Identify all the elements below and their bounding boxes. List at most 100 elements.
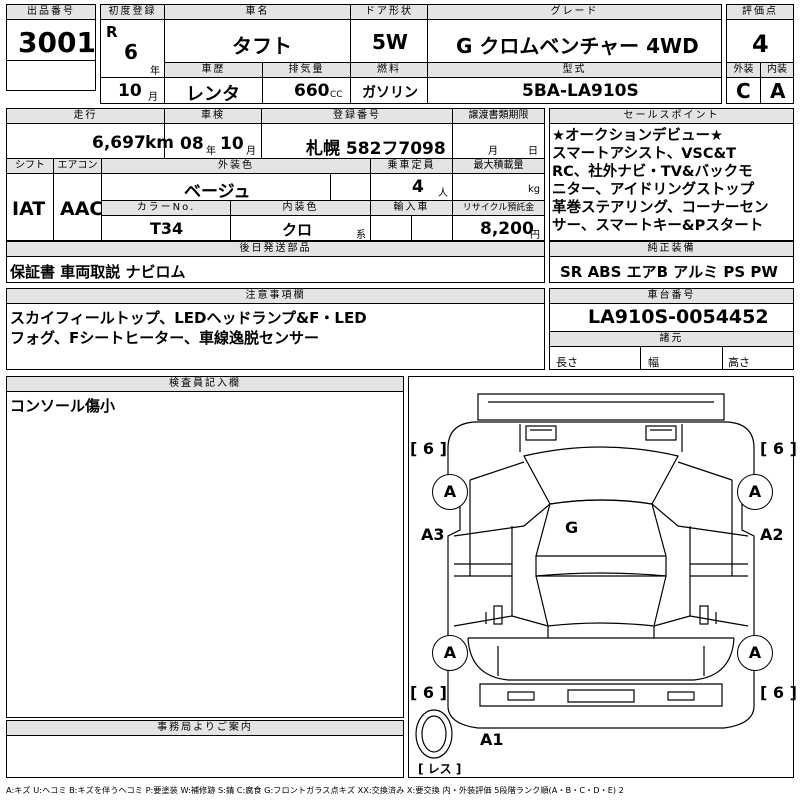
fr-tire-bracket: [ 6 ]: [760, 439, 797, 458]
exterior-color: ベージュ: [184, 182, 251, 202]
sales-points-text: ★オークションデビュー★ スマートアシスト、VSC&T RC、社外ナビ・TV&バ…: [552, 127, 794, 235]
mileage: 6,697: [92, 133, 146, 153]
spec-label: 諸元: [550, 332, 793, 346]
sales-point-line: スマートアシスト、VSC&T: [552, 146, 737, 162]
sales-point-line: 革巻ステアリング、コーナーセン: [552, 200, 769, 216]
grade: G クロムベンチャー 4WD: [456, 34, 699, 58]
color-no-label: カラーNo.: [102, 201, 230, 215]
score-label: 評価点: [727, 5, 793, 19]
fuel-label: 燃料: [351, 63, 427, 77]
int-color-label: 内装色: [231, 201, 370, 215]
damage-roof: G: [565, 518, 579, 537]
first-reg-label: 初度登録: [101, 5, 164, 19]
inspection-month: 10: [220, 134, 244, 154]
tire-fl: A: [432, 474, 468, 510]
ac-label: エアコン: [54, 159, 101, 173]
model: 5BA-LA910S: [522, 81, 639, 101]
tire-fr: A: [737, 474, 773, 510]
inspection-year: 08: [180, 134, 204, 154]
reg-month-unit: 月: [148, 92, 158, 103]
damage-bottom: A1: [480, 730, 504, 749]
transfer-day-unit: 日: [528, 146, 538, 157]
grade-label: グレード: [428, 5, 721, 19]
load-unit: kg: [528, 184, 541, 195]
plate: 札幌 582フ7098: [306, 139, 446, 159]
shift: IAT: [12, 198, 46, 220]
capacity-label: 乗車定員: [371, 159, 452, 173]
ac: AAC: [60, 198, 104, 220]
notes-text: スカイフィールトップ、LEDヘッドランプ&F・LED フォグ、Fシートヒーター、…: [10, 308, 367, 348]
exterior-label: 外装: [727, 63, 760, 77]
inspector-box: [6, 376, 404, 718]
legend: A:キズ U:ヘコミ B:キズを伴うヘコミ P:要塗装 W:補修跡 S:錆 C:…: [6, 785, 624, 795]
notes-line: フォグ、Fシートヒーター、車線逸脱センサー: [10, 329, 320, 347]
import-label: 輸入車: [371, 201, 452, 215]
history-label: 車歴: [165, 63, 262, 77]
lot-number: 3001: [18, 26, 96, 59]
tire-rl: A: [432, 635, 468, 671]
damage-right: A2: [760, 525, 784, 544]
capacity-unit: 人: [438, 188, 448, 199]
transfer-month-unit: 月: [488, 146, 498, 157]
rl-tire-bracket: [ 6 ]: [410, 683, 447, 702]
mileage-unit: km: [145, 133, 175, 153]
tire-rr: A: [737, 635, 773, 671]
era: R: [106, 23, 118, 41]
genuine-label: 純正装備: [550, 242, 793, 256]
mileage-label: 走行: [7, 109, 164, 123]
lot-label: 出品番号: [7, 5, 95, 19]
chassis-number: LA910S-0054452: [588, 306, 769, 328]
later-parts-label: 後日発送部品: [7, 242, 544, 256]
reg-month: 10: [118, 81, 142, 101]
transfer-label: 譲渡書類期限: [453, 109, 544, 123]
inspection-month-unit: 月: [246, 146, 256, 157]
color-no: T34: [150, 219, 184, 238]
exterior-grade: C: [736, 79, 751, 103]
genuine-value: SR ABS エアB アルミ PS PW: [560, 263, 778, 281]
door: 5W: [372, 30, 408, 54]
recycle-unit: 円: [530, 230, 540, 241]
score: 4: [752, 30, 769, 58]
sales-point-line: ニター、アイドリングストップ: [552, 182, 755, 198]
color-label: 外装色: [102, 159, 370, 173]
car-name-label: 車名: [165, 5, 350, 19]
interior-label: 内装: [761, 63, 793, 77]
inspector-note: コンソール傷小: [10, 397, 116, 415]
notes-line: スカイフィールトップ、LEDヘッドランプ&F・LED: [10, 309, 367, 327]
height-label: 高さ: [728, 356, 750, 369]
length-label: 長さ: [556, 356, 578, 369]
interior-color: クロ: [282, 221, 313, 239]
interior-grade: A: [770, 79, 786, 103]
load-label: 最大積載量: [453, 159, 544, 173]
sales-point-line: サー、スマートキー&Pスタート: [552, 218, 764, 234]
recycle-label: リサイクル預託金: [453, 201, 544, 215]
displacement: 660: [294, 81, 330, 101]
car-diagram: [415, 393, 755, 759]
inspection-year-unit: 年: [206, 146, 216, 157]
door-label: ドア形状: [351, 5, 427, 19]
rr-tire-bracket: [ 6 ]: [760, 683, 797, 702]
later-parts-value: 保証書 車両取説 ナビロム: [10, 263, 186, 281]
capacity: 4: [412, 177, 424, 197]
sales-point-line: RC、社外ナビ・TV&バックモ: [552, 164, 753, 180]
damage-left: A3: [421, 525, 445, 544]
sales-points-label: セールスポイント: [550, 109, 793, 123]
reg-year-unit: 年: [150, 66, 160, 77]
notes-label: 注意事項欄: [7, 289, 544, 303]
plate-label: 登録番号: [262, 109, 452, 123]
displacement-label: 排気量: [263, 63, 350, 77]
shift-label: シフト: [7, 159, 53, 173]
interior-color-unit: 系: [356, 230, 366, 241]
sales-point-line: ★オークションデビュー★: [552, 128, 723, 144]
spare-tire-label: [ レス ]: [418, 762, 462, 776]
width-label: 幅: [648, 356, 659, 369]
reg-year: 6: [124, 40, 138, 64]
model-label: 型式: [428, 63, 721, 77]
inspection-label: 車検: [165, 109, 261, 123]
recycle-fee: 8,200: [480, 219, 534, 239]
fl-tire-bracket: [ 6 ]: [410, 439, 447, 458]
history: レンタ: [186, 84, 240, 105]
chassis-label: 車台番号: [550, 289, 793, 303]
inspector-label: 検査員記入欄: [7, 377, 403, 391]
fuel: ガソリン: [362, 85, 418, 101]
